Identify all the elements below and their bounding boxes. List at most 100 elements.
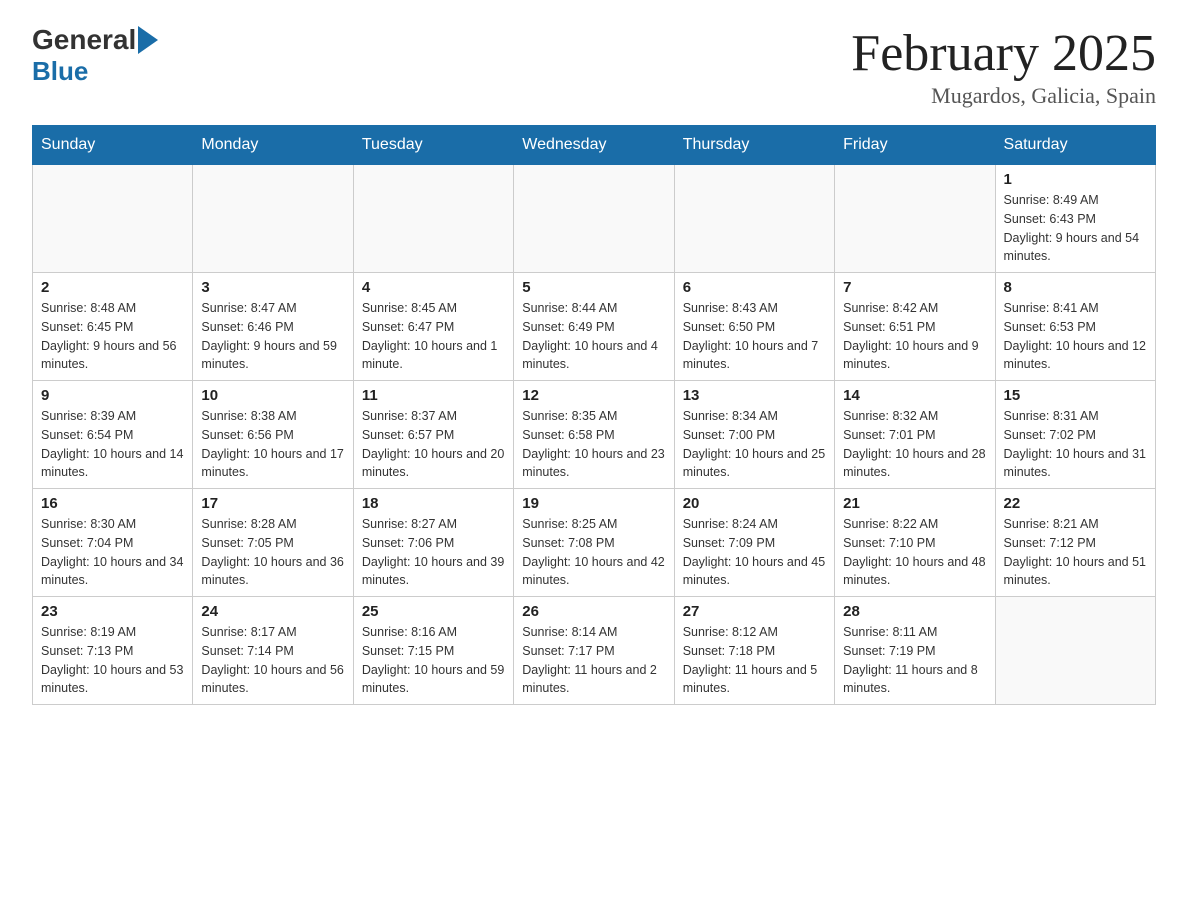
title-block: February 2025 Mugardos, Galicia, Spain bbox=[851, 24, 1156, 109]
day-number: 28 bbox=[843, 603, 986, 620]
calendar-day-cell: 28 Sunrise: 8:11 AMSunset: 7:19 PMDayligh… bbox=[835, 597, 995, 705]
day-of-week-header: Sunday bbox=[33, 126, 193, 165]
day-detail: Sunrise: 8:25 AMSunset: 7:08 PMDaylight:… bbox=[522, 515, 665, 590]
calendar-week-row: 2 Sunrise: 8:48 AMSunset: 6:45 PMDaylight… bbox=[33, 273, 1156, 381]
day-of-week-header: Wednesday bbox=[514, 126, 674, 165]
day-of-week-header: Saturday bbox=[995, 126, 1155, 165]
calendar-week-row: 16Sunrise: 8:30 AMSunset: 7:04 PMDayligh… bbox=[33, 489, 1156, 597]
day-detail: Sunrise: 8:41 AMSunset: 6:53 PMDaylight:… bbox=[1004, 299, 1147, 374]
calendar-day-cell: 27 Sunrise: 8:12 AMSunset: 7:18 PMDayligh… bbox=[674, 597, 834, 705]
day-detail: Sunrise: 8:32 AMSunset: 7:01 PMDaylight:… bbox=[843, 407, 986, 482]
day-number: 9 bbox=[41, 387, 184, 404]
day-detail: Sunrise: 8:48 AMSunset: 6:45 PMDaylight:… bbox=[41, 299, 184, 374]
calendar-day-cell: 26 Sunrise: 8:14 AMSunset: 7:17 PMDayligh… bbox=[514, 597, 674, 705]
page-title: February 2025 bbox=[851, 24, 1156, 83]
day-number: 5 bbox=[522, 279, 665, 296]
day-detail: Sunrise: 8:24 AMSunset: 7:09 PMDaylight:… bbox=[683, 515, 826, 590]
calendar-day-cell: 8Sunrise: 8:41 AMSunset: 6:53 PMDaylight… bbox=[995, 273, 1155, 381]
day-detail: Sunrise: 8:21 AMSunset: 7:12 PMDaylight:… bbox=[1004, 515, 1147, 590]
day-number: 3 bbox=[201, 279, 344, 296]
day-detail: Sunrise: 8:31 AMSunset: 7:02 PMDaylight:… bbox=[1004, 407, 1147, 482]
day-detail: Sunrise: 8:16 AMSunset: 7:15 PMDaylight:… bbox=[362, 623, 505, 698]
day-detail: Sunrise: 8:30 AMSunset: 7:04 PMDaylight:… bbox=[41, 515, 184, 590]
calendar-day-cell: 24 Sunrise: 8:17 AMSunset: 7:14 PMDayligh… bbox=[193, 597, 353, 705]
day-number: 18 bbox=[362, 495, 505, 512]
calendar-day-cell: 10 Sunrise: 8:38 AMSunset: 6:56 PMDayligh… bbox=[193, 381, 353, 489]
calendar-day-cell: 21Sunrise: 8:22 AMSunset: 7:10 PMDayligh… bbox=[835, 489, 995, 597]
day-number: 1 bbox=[1004, 171, 1147, 188]
calendar-day-cell: 23 Sunrise: 8:19 AMSunset: 7:13 PMDayligh… bbox=[33, 597, 193, 705]
calendar-day-cell: 15 Sunrise: 8:31 AMSunset: 7:02 PMDayligh… bbox=[995, 381, 1155, 489]
logo: General Blue bbox=[32, 24, 158, 87]
calendar-day-cell: 18 Sunrise: 8:27 AMSunset: 7:06 PMDayligh… bbox=[353, 489, 513, 597]
day-number: 22 bbox=[1004, 495, 1147, 512]
day-detail: Sunrise: 8:42 AMSunset: 6:51 PMDaylight:… bbox=[843, 299, 986, 374]
logo-general-text: General bbox=[32, 24, 136, 56]
day-detail: Sunrise: 8:14 AMSunset: 7:17 PMDaylight:… bbox=[522, 623, 665, 698]
day-detail: Sunrise: 8:12 AMSunset: 7:18 PMDaylight:… bbox=[683, 623, 826, 698]
day-number: 23 bbox=[41, 603, 184, 620]
day-of-week-header: Tuesday bbox=[353, 126, 513, 165]
calendar-day-cell: 12 Sunrise: 8:35 AMSunset: 6:58 PMDayligh… bbox=[514, 381, 674, 489]
day-detail: Sunrise: 8:39 AMSunset: 6:54 PMDaylight:… bbox=[41, 407, 184, 482]
day-detail: Sunrise: 8:11 AMSunset: 7:19 PMDaylight:… bbox=[843, 623, 986, 698]
calendar-day-cell: 20 Sunrise: 8:24 AMSunset: 7:09 PMDayligh… bbox=[674, 489, 834, 597]
calendar-week-row: 23 Sunrise: 8:19 AMSunset: 7:13 PMDayligh… bbox=[33, 597, 1156, 705]
day-number: 21 bbox=[843, 495, 986, 512]
calendar-day-cell: 3 Sunrise: 8:47 AMSunset: 6:46 PMDaylight… bbox=[193, 273, 353, 381]
calendar-day-cell bbox=[193, 165, 353, 273]
day-number: 6 bbox=[683, 279, 826, 296]
calendar-day-cell: 11Sunrise: 8:37 AMSunset: 6:57 PMDayligh… bbox=[353, 381, 513, 489]
day-number: 26 bbox=[522, 603, 665, 620]
page-header: General Blue February 2025 Mugardos, Gal… bbox=[32, 24, 1156, 109]
day-number: 25 bbox=[362, 603, 505, 620]
day-of-week-header: Thursday bbox=[674, 126, 834, 165]
calendar-day-cell: 13 Sunrise: 8:34 AMSunset: 7:00 PMDayligh… bbox=[674, 381, 834, 489]
day-detail: Sunrise: 8:35 AMSunset: 6:58 PMDaylight:… bbox=[522, 407, 665, 482]
day-detail: Sunrise: 8:45 AMSunset: 6:47 PMDaylight:… bbox=[362, 299, 505, 374]
day-number: 14 bbox=[843, 387, 986, 404]
day-detail: Sunrise: 8:37 AMSunset: 6:57 PMDaylight:… bbox=[362, 407, 505, 482]
calendar-day-cell: 9 Sunrise: 8:39 AMSunset: 6:54 PMDaylight… bbox=[33, 381, 193, 489]
calendar-week-row: 9 Sunrise: 8:39 AMSunset: 6:54 PMDaylight… bbox=[33, 381, 1156, 489]
calendar-day-cell: 5Sunrise: 8:44 AMSunset: 6:49 PMDaylight… bbox=[514, 273, 674, 381]
calendar-day-cell: 22 Sunrise: 8:21 AMSunset: 7:12 PMDayligh… bbox=[995, 489, 1155, 597]
day-detail: Sunrise: 8:17 AMSunset: 7:14 PMDaylight:… bbox=[201, 623, 344, 698]
day-number: 10 bbox=[201, 387, 344, 404]
day-detail: Sunrise: 8:34 AMSunset: 7:00 PMDaylight:… bbox=[683, 407, 826, 482]
calendar-day-cell bbox=[514, 165, 674, 273]
calendar-header-row: SundayMondayTuesdayWednesdayThursdayFrid… bbox=[33, 126, 1156, 165]
logo-blue-text: Blue bbox=[32, 56, 88, 87]
day-detail: Sunrise: 8:47 AMSunset: 6:46 PMDaylight:… bbox=[201, 299, 344, 374]
calendar-day-cell bbox=[674, 165, 834, 273]
day-detail: Sunrise: 8:38 AMSunset: 6:56 PMDaylight:… bbox=[201, 407, 344, 482]
calendar-day-cell bbox=[835, 165, 995, 273]
day-detail: Sunrise: 8:27 AMSunset: 7:06 PMDaylight:… bbox=[362, 515, 505, 590]
day-number: 12 bbox=[522, 387, 665, 404]
logo-arrow-icon bbox=[138, 26, 158, 54]
day-number: 2 bbox=[41, 279, 184, 296]
calendar-day-cell bbox=[353, 165, 513, 273]
calendar-day-cell: 2 Sunrise: 8:48 AMSunset: 6:45 PMDaylight… bbox=[33, 273, 193, 381]
calendar-day-cell bbox=[995, 597, 1155, 705]
day-number: 20 bbox=[683, 495, 826, 512]
day-detail: Sunrise: 8:43 AMSunset: 6:50 PMDaylight:… bbox=[683, 299, 826, 374]
day-number: 15 bbox=[1004, 387, 1147, 404]
calendar-day-cell: 14 Sunrise: 8:32 AMSunset: 7:01 PMDayligh… bbox=[835, 381, 995, 489]
calendar-day-cell: 16Sunrise: 8:30 AMSunset: 7:04 PMDayligh… bbox=[33, 489, 193, 597]
day-number: 27 bbox=[683, 603, 826, 620]
calendar-day-cell: 25 Sunrise: 8:16 AMSunset: 7:15 PMDayligh… bbox=[353, 597, 513, 705]
day-number: 7 bbox=[843, 279, 986, 296]
day-of-week-header: Monday bbox=[193, 126, 353, 165]
calendar-day-cell: 19Sunrise: 8:25 AMSunset: 7:08 PMDayligh… bbox=[514, 489, 674, 597]
calendar-day-cell: 6 Sunrise: 8:43 AMSunset: 6:50 PMDaylight… bbox=[674, 273, 834, 381]
day-number: 4 bbox=[362, 279, 505, 296]
calendar-week-row: 1 Sunrise: 8:49 AMSunset: 6:43 PMDaylight… bbox=[33, 165, 1156, 273]
day-number: 13 bbox=[683, 387, 826, 404]
day-detail: Sunrise: 8:28 AMSunset: 7:05 PMDaylight:… bbox=[201, 515, 344, 590]
day-detail: Sunrise: 8:19 AMSunset: 7:13 PMDaylight:… bbox=[41, 623, 184, 698]
day-detail: Sunrise: 8:49 AMSunset: 6:43 PMDaylight:… bbox=[1004, 191, 1147, 266]
day-number: 17 bbox=[201, 495, 344, 512]
calendar-day-cell: 7 Sunrise: 8:42 AMSunset: 6:51 PMDaylight… bbox=[835, 273, 995, 381]
day-number: 24 bbox=[201, 603, 344, 620]
